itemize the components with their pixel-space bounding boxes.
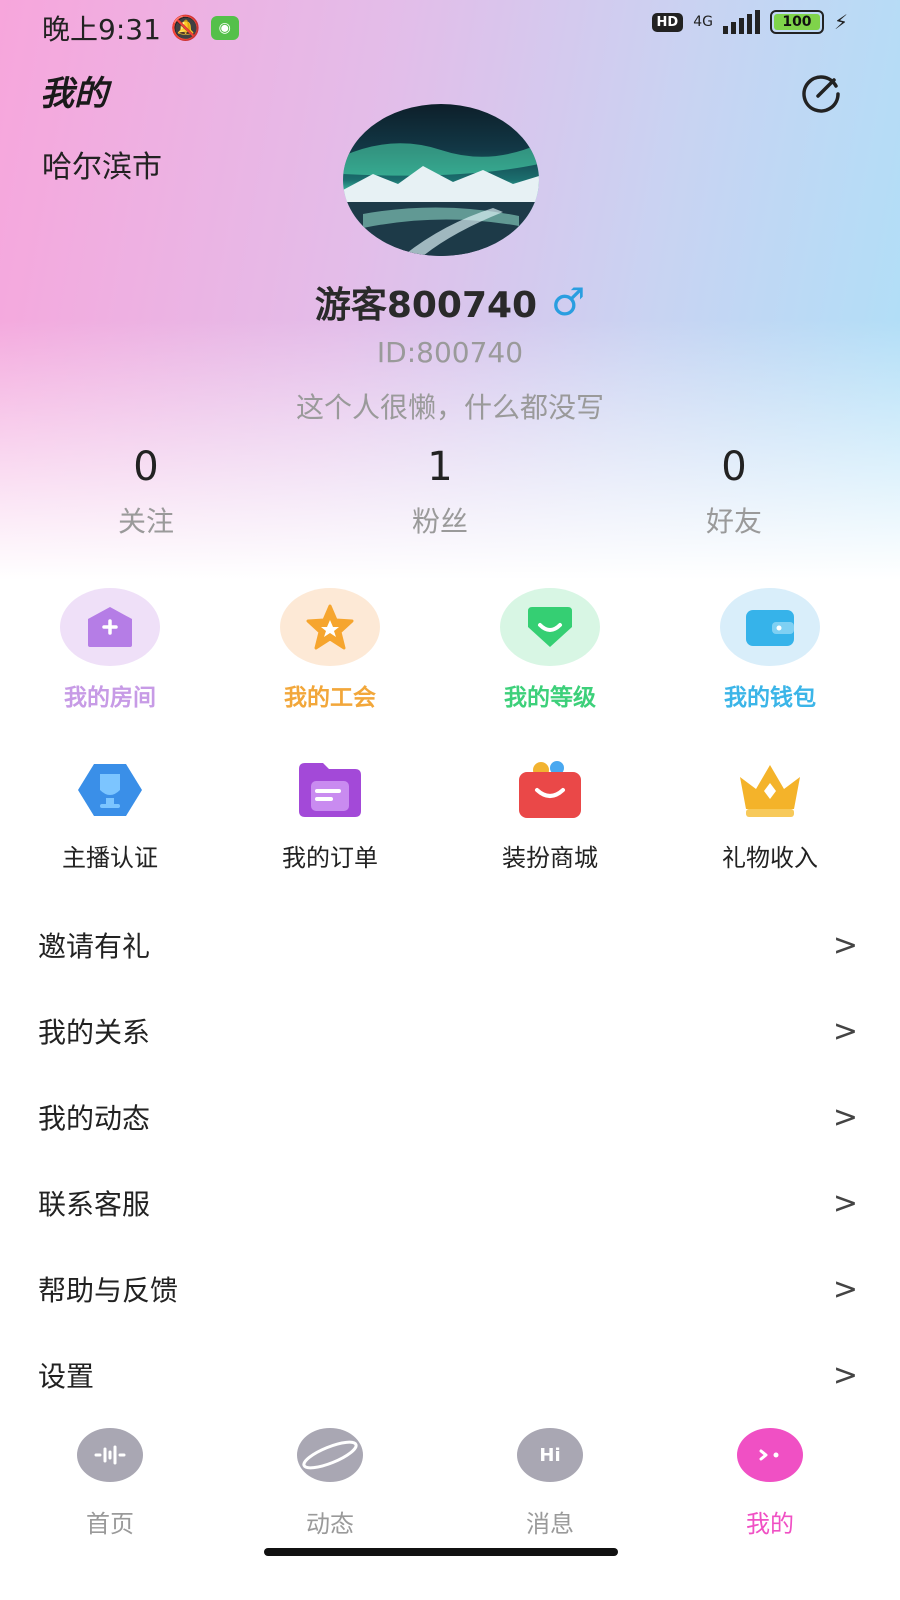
stat-label: 关注 xyxy=(117,505,174,538)
stat-value: 0 xyxy=(133,444,159,490)
quick-action-label: 我的等级 xyxy=(504,685,596,711)
hd-badge: HD xyxy=(651,12,684,32)
chevron-right-icon: > xyxy=(832,1185,858,1221)
level-icon xyxy=(500,588,600,666)
avatar[interactable] xyxy=(343,104,539,256)
tab-label: 我的 xyxy=(746,1510,794,1538)
location-city: 哈尔滨市 xyxy=(42,150,162,185)
menu-item-label: 我的动态 xyxy=(38,1102,151,1135)
menu-item-my-posts[interactable]: 我的动态 > xyxy=(38,1074,858,1160)
app-notification-icon: ◉ xyxy=(210,16,239,40)
mute-icon: 🔕 xyxy=(170,14,201,42)
nickname-row: 游客800740 ♂ xyxy=(0,276,900,328)
dress-up-mall-icon xyxy=(514,758,586,822)
quick-action-label: 我的房间 xyxy=(64,685,156,711)
menu-item-label: 帮助与反馈 xyxy=(38,1274,179,1307)
wallet-icon xyxy=(720,588,820,666)
stat-value: 1 xyxy=(427,444,453,490)
menu-item-label: 我的关系 xyxy=(38,1016,151,1049)
anchor-certification-button[interactable]: 主播认证 xyxy=(0,758,220,873)
menu-item-invite[interactable]: 邀请有礼 > xyxy=(38,902,858,988)
chevron-right-icon: > xyxy=(832,1357,858,1393)
gift-income-crown-icon xyxy=(734,758,806,822)
stat-friends[interactable]: 0 好友 xyxy=(624,444,844,540)
user-id: ID:800740 xyxy=(376,336,524,369)
status-time: 晚上9:31 xyxy=(42,13,161,46)
home-voice-icon xyxy=(77,1428,143,1482)
menu-item-help-feedback[interactable]: 帮助与反馈 > xyxy=(38,1246,858,1332)
stat-following[interactable]: 0 关注 xyxy=(36,444,256,540)
home-indicator xyxy=(264,1548,618,1556)
battery-level: 100 xyxy=(782,14,812,30)
chevron-right-icon: > xyxy=(832,1099,858,1135)
stat-label: 粉丝 xyxy=(411,505,468,538)
menu-item-label: 邀请有礼 xyxy=(38,930,151,963)
gift-income-button[interactable]: 礼物收入 xyxy=(660,758,880,873)
chevron-right-icon: > xyxy=(832,1271,858,1307)
anchor-certification-icon xyxy=(74,758,146,822)
stat-value: 0 xyxy=(721,444,747,490)
menu-item-relationships[interactable]: 我的关系 > xyxy=(38,988,858,1074)
chevron-right-icon: > xyxy=(832,1013,858,1049)
stat-label: 好友 xyxy=(705,505,762,538)
quick-action-label: 我的钱包 xyxy=(724,685,816,711)
hi-message-icon: Hi xyxy=(517,1428,583,1482)
tab-moments[interactable]: 动态 xyxy=(220,1428,440,1539)
tool-label: 我的订单 xyxy=(282,844,378,872)
charging-icon: ⚡ xyxy=(833,10,848,34)
guild-star-icon xyxy=(280,588,380,666)
tab-label: 消息 xyxy=(526,1510,574,1538)
my-level-button[interactable]: 我的等级 xyxy=(440,588,660,712)
menu-item-customer-service[interactable]: 联系客服 > xyxy=(38,1160,858,1246)
quick-action-label: 我的工会 xyxy=(284,685,376,711)
tool-label: 主播认证 xyxy=(62,844,158,872)
my-guild-button[interactable]: 我的工会 xyxy=(220,588,440,712)
tab-label: 首页 xyxy=(86,1510,134,1538)
nickname: 游客800740 xyxy=(314,285,538,326)
my-orders-button[interactable]: 我的订单 xyxy=(220,758,440,873)
tab-label: 动态 xyxy=(306,1510,354,1538)
menu-item-settings[interactable]: 设置 > xyxy=(38,1332,858,1418)
male-gender-icon: ♂ xyxy=(551,280,586,324)
status-bar-right: HD 4G 100 ⚡ xyxy=(651,10,848,34)
my-room-button[interactable]: 我的房间 xyxy=(0,588,220,712)
tab-home[interactable]: 首页 xyxy=(0,1428,220,1539)
planet-icon xyxy=(297,1428,363,1482)
tab-me[interactable]: 我的 xyxy=(660,1428,880,1539)
chevron-right-icon: > xyxy=(832,927,858,963)
stat-fans[interactable]: 1 粉丝 xyxy=(330,444,550,540)
page-title: 我的 xyxy=(40,74,108,114)
edit-profile-icon[interactable] xyxy=(800,72,844,116)
me-icon xyxy=(737,1428,803,1482)
room-icon xyxy=(60,588,160,666)
network-type: 4G xyxy=(693,14,713,30)
status-bar-left: 晚上9:31 🔕 ◉ xyxy=(42,8,239,48)
my-wallet-button[interactable]: 我的钱包 xyxy=(660,588,880,712)
dress-up-mall-button[interactable]: 装扮商城 xyxy=(440,758,660,873)
orders-icon xyxy=(294,758,366,822)
tool-label: 礼物收入 xyxy=(722,844,818,872)
menu-item-label: 联系客服 xyxy=(38,1188,151,1221)
tool-label: 装扮商城 xyxy=(502,844,598,872)
signal-icon xyxy=(722,10,760,34)
menu-item-label: 设置 xyxy=(38,1360,95,1393)
tab-messages[interactable]: Hi 消息 xyxy=(440,1428,660,1539)
user-bio: 这个人很懒，什么都没写 xyxy=(295,391,604,424)
battery-icon: 100 xyxy=(769,10,824,34)
